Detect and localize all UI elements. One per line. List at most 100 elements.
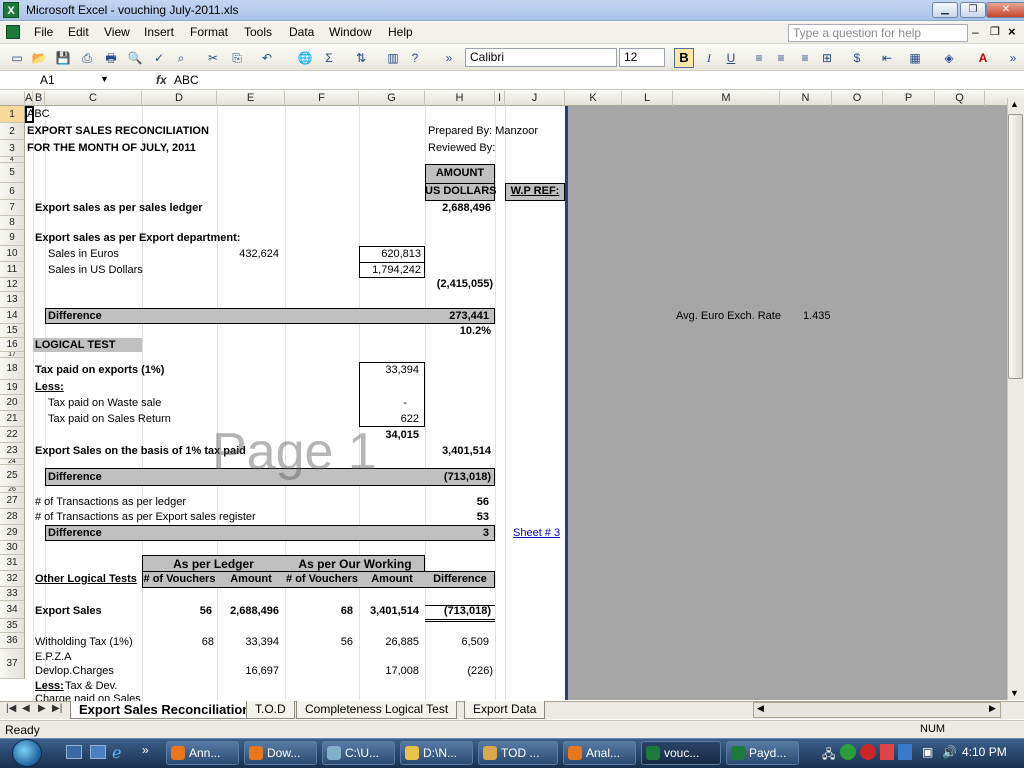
r11-label[interactable]: Sales in US Dollars [48,264,143,276]
logical-test-label[interactable]: LOGICAL TEST [35,339,115,351]
as-per-working-header[interactable]: As per Our Working [285,557,425,571]
tab-export-sales-reconciliation[interactable]: Export Sales Reconciliation [70,701,260,719]
r28-label[interactable]: # of Transactions as per Export sales re… [35,511,256,523]
tray-display-icon[interactable]: ▣ [922,745,933,759]
row-header[interactable]: 20 [0,395,25,411]
bold-button[interactable]: B [674,48,694,68]
r38-less[interactable]: Less: [35,680,64,692]
difference-header[interactable]: Difference [425,573,495,585]
r18-g[interactable]: 33,394 [359,364,419,376]
column-header-c[interactable]: C [45,91,142,106]
r36-h[interactable]: 6,509 [425,636,489,648]
formatting-options-icon[interactable]: » [1004,49,1022,67]
italic-button[interactable]: I [700,49,718,67]
excel-app-icon[interactable]: X [3,2,19,18]
print-icon[interactable]: 🖶 [102,49,120,67]
menu-format[interactable]: Format [190,25,228,39]
row-header[interactable]: 3 [0,140,25,157]
currency-icon[interactable]: $ [848,49,866,67]
align-right-icon[interactable]: ≡ [796,49,814,67]
tray-green-icon[interactable] [840,744,856,760]
r10-e[interactable]: 432,624 [217,248,279,260]
row-header[interactable]: 27 [0,493,25,509]
row-header[interactable]: 19 [0,380,25,395]
column-header-k[interactable]: K [565,91,622,106]
merge-center-icon[interactable]: ⊞ [818,49,836,67]
r10-label[interactable]: Sales in Euros [48,248,119,260]
report-period[interactable]: FOR THE MONTH OF JULY, 2011 [27,142,196,154]
save-icon[interactable]: 💾 [54,49,72,67]
r7-label[interactable]: Export sales as per sales ledger [35,202,203,214]
as-per-ledger-header[interactable]: As per Ledger [142,557,285,571]
column-header-o[interactable]: O [832,91,883,106]
r9-label[interactable]: Export sales as per Export department: [35,232,240,244]
row-header[interactable]: 7 [0,200,25,216]
task-dow[interactable]: Dow... [244,741,317,765]
usd-header[interactable]: US DOLLARS [425,185,497,197]
column-header-b[interactable]: B [33,91,45,106]
tray-volume-icon[interactable]: 🔊 [942,745,957,759]
wp-ref-header[interactable]: W.P REF: [505,185,565,197]
report-title[interactable]: EXPORT SALES RECONCILIATION [27,125,209,137]
r36-f[interactable]: 56 [285,636,353,648]
scroll-up-icon[interactable]: ▲ [1010,99,1019,109]
r25-label[interactable]: Difference [48,471,102,483]
column-header-n[interactable]: N [780,91,832,106]
formula-input[interactable]: ABC [174,73,199,87]
row-header[interactable]: 33 [0,587,25,601]
r37-h[interactable]: (226) [425,665,493,677]
close-button[interactable]: ✕ [986,2,1024,18]
row-header[interactable]: 16 [0,338,25,352]
column-header-m[interactable]: M [673,91,780,106]
task-cu[interactable]: C:\U... [322,741,395,765]
prev-sheet-icon[interactable]: ◀ [22,703,30,714]
open-icon[interactable]: 📂 [30,49,48,67]
row-header[interactable]: 2 [0,123,25,140]
row-header[interactable]: 18 [0,358,25,380]
row-header[interactable]: 37 [0,649,25,679]
row-header[interactable]: 15 [0,324,25,338]
avg-rate-label[interactable]: Avg. Euro Exch. Rate [676,310,781,322]
avg-rate-value[interactable]: 1.435 [803,310,831,322]
working-vouchers-header[interactable]: # of Vouchers [285,573,359,585]
menu-help[interactable]: Help [388,25,413,39]
spelling-icon[interactable]: ✓ [150,49,168,67]
amount-header[interactable]: AMOUNT [425,167,495,179]
r36-label[interactable]: Witholding Tax (1%) [35,636,133,648]
switch-windows-icon[interactable] [90,745,106,759]
show-desktop-icon[interactable] [66,745,82,759]
horizontal-scrollbar[interactable] [753,702,1001,718]
font-name-select[interactable]: Calibri [465,48,617,67]
row-header[interactable]: 14 [0,308,25,324]
row-header[interactable]: 25 [0,465,25,487]
r18-label[interactable]: Tax paid on exports (1%) [35,364,164,376]
r28-h[interactable]: 53 [425,511,489,523]
r36-e[interactable]: 33,394 [217,636,279,648]
r20-g[interactable]: - [359,397,407,409]
r34-label[interactable]: Export Sales [35,605,102,617]
row-header[interactable]: 28 [0,509,25,525]
row-header[interactable]: 9 [0,230,25,246]
row-header[interactable]: 6 [0,183,25,200]
column-header-e[interactable]: E [217,91,285,106]
column-header-h[interactable]: H [425,91,495,106]
tab-tod[interactable]: T.O.D [246,701,295,719]
ie-icon[interactable]: ℯ [112,743,121,763]
underline-button[interactable]: U [722,49,740,67]
r14-h[interactable]: 273,441 [425,310,489,322]
row-header[interactable]: 32 [0,571,25,587]
ledger-vouchers-header[interactable]: # of Vouchers [142,573,217,585]
r36-g[interactable]: 26,885 [359,636,419,648]
column-header-f[interactable]: F [285,91,359,106]
chart-wizard-icon[interactable]: ▥ [384,49,402,67]
scroll-down-icon[interactable]: ▼ [1010,688,1019,698]
column-header-l[interactable]: L [622,91,673,106]
restore-button[interactable]: ❐ [960,2,986,18]
doc-restore-icon[interactable]: ❐ [990,25,1000,38]
column-header-d[interactable]: D [142,91,217,106]
r34-d[interactable]: 56 [142,605,212,617]
first-sheet-icon[interactable]: |◀ [6,703,16,714]
row-header[interactable]: 1 [0,106,25,123]
scroll-right-icon[interactable]: ▶ [989,703,996,714]
print-preview-icon[interactable]: 🔍 [126,49,144,67]
